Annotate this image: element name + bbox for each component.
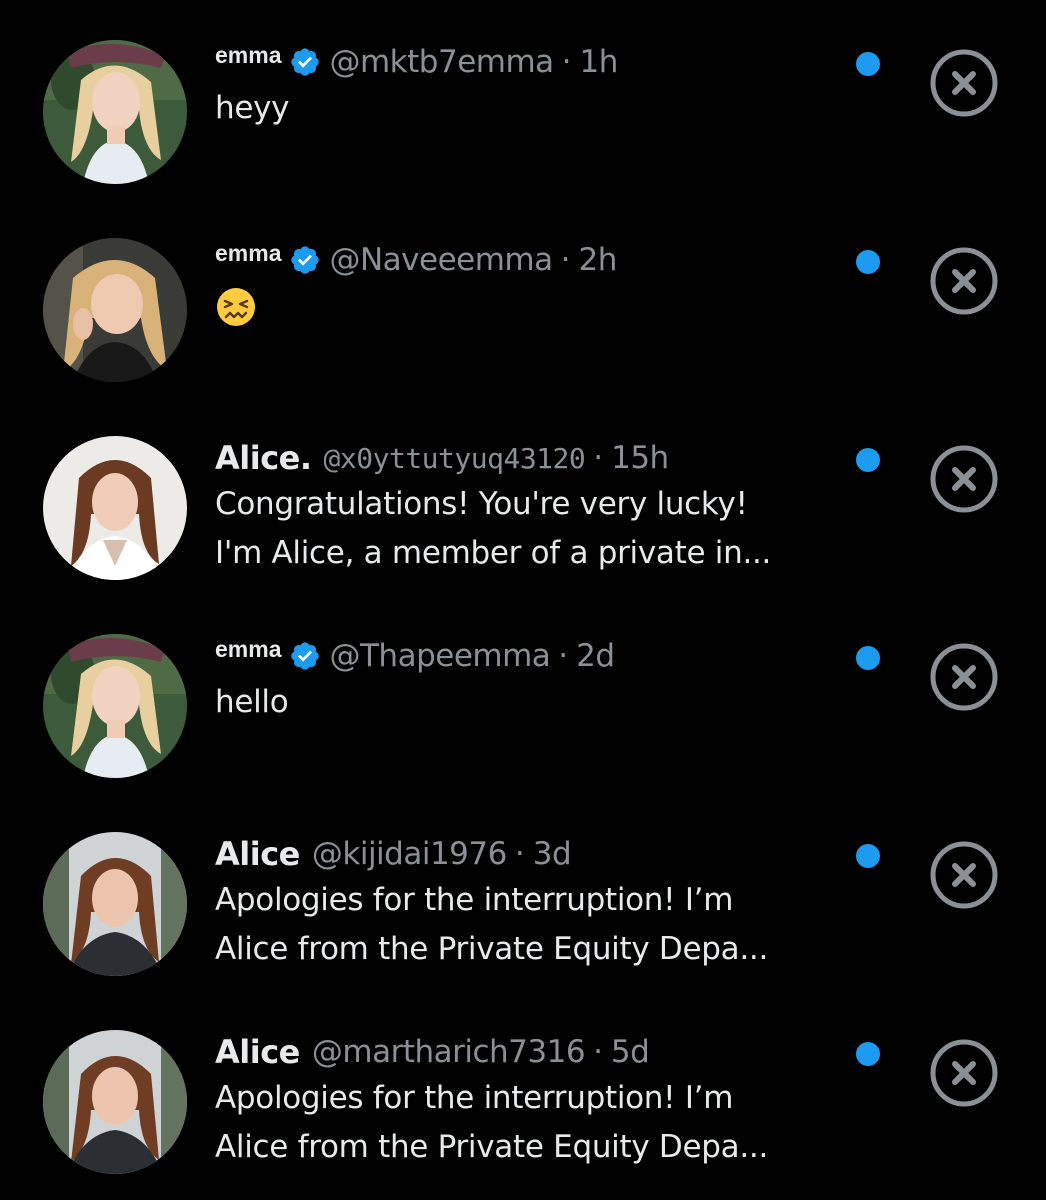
separator-dot: · [593, 1034, 603, 1070]
confounded-face-emoji [215, 286, 257, 328]
dismiss-request-button[interactable] [929, 444, 999, 514]
request-header: emma @mktb7emma · 1h [215, 40, 835, 84]
sender-name: Alice. [215, 439, 312, 477]
separator-dot: · [560, 242, 571, 278]
message-preview-line: Apologies for the interruption! I’m [215, 882, 734, 918]
message-request-row[interactable]: Alice. @x0yttutyuq43120 · 15h Congratula… [0, 396, 1046, 594]
request-text: emma @Naveeemma · 2h [215, 238, 835, 333]
avatar[interactable] [43, 436, 187, 580]
request-header: Alice @kijidai1976 · 3d [215, 832, 835, 876]
request-header: Alice @martharich7316 · 5d [215, 1030, 835, 1074]
unread-dot [856, 646, 880, 670]
sender-handle: @mktb7emma [329, 44, 554, 80]
sender-handle: @martharich7316 [311, 1034, 586, 1070]
separator-dot: · [561, 44, 572, 80]
timestamp: 1h [579, 44, 619, 80]
request-text: emma @Thapeemma · 2d hello [215, 634, 835, 727]
request-text: Alice. @x0yttutyuq43120 · 15h Congratula… [215, 436, 835, 578]
timestamp: 15h [611, 440, 669, 476]
sender-name: emma [215, 239, 282, 266]
close-circle-icon [930, 1039, 998, 1107]
dismiss-request-button[interactable] [929, 48, 999, 118]
unread-dot [856, 1042, 880, 1066]
sender-name: Alice [215, 1033, 300, 1071]
message-preview-line: I'm Alice, a member of a private in... [215, 535, 772, 571]
message-preview-line: hello [215, 684, 289, 720]
avatar[interactable] [43, 634, 187, 778]
close-circle-icon [930, 49, 998, 117]
message-preview-line: Congratulations! You're very lucky! [215, 486, 748, 522]
avatar-image [43, 634, 187, 778]
message-preview-line: Alice from the Private Equity Depa... [215, 931, 769, 967]
separator-dot: · [593, 440, 604, 476]
avatar[interactable] [43, 832, 187, 976]
avatar[interactable] [43, 40, 187, 184]
sender-handle: @Thapeemma [329, 638, 551, 674]
timestamp: 2h [578, 242, 617, 278]
request-header: emma @Naveeemma · 2h [215, 238, 835, 282]
request-text: Alice @martharich7316 · 5d Apologies for… [215, 1030, 835, 1172]
sender-name: emma [215, 635, 282, 662]
avatar-image [43, 40, 187, 184]
avatar-image [43, 1030, 187, 1174]
dismiss-request-button[interactable] [929, 840, 999, 910]
separator-dot: · [558, 638, 569, 674]
message-request-row[interactable]: emma @Naveeemma · 2h [0, 198, 1046, 396]
dismiss-request-button[interactable] [929, 246, 999, 316]
sender-handle: @kijidai1976 [311, 836, 507, 872]
message-request-row[interactable]: emma @mktb7emma · 1h heyy [0, 0, 1046, 198]
message-preview-line: Apologies for the interruption! I’m [215, 1080, 734, 1116]
message-request-row[interactable]: Alice @martharich7316 · 5d Apologies for… [0, 990, 1046, 1188]
request-header: Alice. @x0yttutyuq43120 · 15h [215, 436, 835, 480]
message-request-list: emma @mktb7emma · 1h heyy emma @Naveeemm… [0, 0, 1046, 1200]
request-header: emma @Thapeemma · 2d [215, 634, 835, 678]
request-text: emma @mktb7emma · 1h heyy [215, 40, 835, 133]
avatar-image [43, 238, 187, 382]
unread-dot [856, 448, 880, 472]
message-preview-line: heyy [215, 90, 290, 126]
unread-dot [856, 250, 880, 274]
request-text: Alice @kijidai1976 · 3d Apologies for th… [215, 832, 835, 974]
timestamp: 3d [532, 836, 572, 872]
avatar[interactable] [43, 238, 187, 382]
close-circle-icon [930, 643, 998, 711]
verified-badge-icon [289, 640, 321, 672]
sender-name: emma [215, 41, 282, 68]
message-preview-line: Alice from the Private Equity Depa... [215, 1129, 769, 1165]
timestamp: 5d [610, 1034, 650, 1070]
unread-dot [856, 844, 880, 868]
dismiss-request-button[interactable] [929, 642, 999, 712]
unread-dot [856, 52, 880, 76]
separator-dot: · [514, 836, 525, 872]
verified-badge-icon [289, 244, 321, 276]
timestamp: 2d [576, 638, 615, 674]
sender-handle: @Naveeemma [329, 242, 553, 278]
message-request-row[interactable]: emma @Thapeemma · 2d hello [0, 594, 1046, 792]
dismiss-request-button[interactable] [929, 1038, 999, 1108]
sender-name: Alice [215, 835, 300, 873]
message-request-row[interactable]: Alice @kijidai1976 · 3d Apologies for th… [0, 792, 1046, 990]
avatar-image [43, 832, 187, 976]
avatar-image [43, 436, 187, 580]
close-circle-icon [930, 841, 998, 909]
sender-handle: @x0yttutyuq43120 [323, 441, 586, 475]
verified-badge-icon [289, 46, 321, 78]
avatar[interactable] [43, 1030, 187, 1174]
close-circle-icon [930, 445, 998, 513]
close-circle-icon [930, 247, 998, 315]
